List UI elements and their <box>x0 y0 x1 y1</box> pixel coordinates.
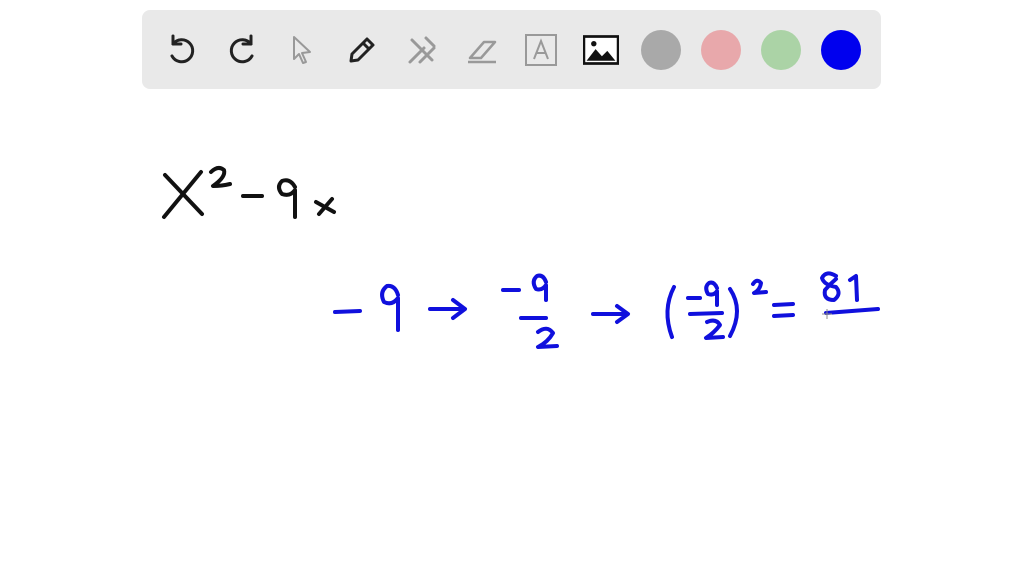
eraser-icon <box>467 40 496 63</box>
color-swatch-blue[interactable] <box>821 29 862 70</box>
select-tool-button[interactable] <box>282 30 322 70</box>
image-icon <box>583 34 620 65</box>
text-box-icon <box>525 33 558 66</box>
pencil-icon <box>349 37 375 62</box>
expression-x-squared-minus-9x <box>162 165 336 219</box>
cursor-icon <box>292 35 311 64</box>
color-swatch-pink[interactable] <box>701 29 742 70</box>
color-swatch-gray[interactable] <box>641 29 682 70</box>
image-tool-button[interactable] <box>581 30 621 70</box>
drawing-toolbar <box>142 10 881 89</box>
tools-icon <box>408 36 436 63</box>
pen-cursor-crosshair <box>822 309 832 319</box>
undo-icon <box>170 34 195 63</box>
text-tool-button[interactable] <box>522 30 562 70</box>
handwriting-layer <box>162 165 880 349</box>
undo-button[interactable] <box>162 30 202 70</box>
completing-square-work <box>333 271 880 349</box>
color-swatch-green[interactable] <box>761 29 802 70</box>
pen-tool-button[interactable] <box>342 30 382 70</box>
redo-button[interactable] <box>222 30 262 70</box>
eraser-tool-button[interactable] <box>462 30 502 70</box>
tools-button[interactable] <box>402 30 442 70</box>
redo-icon <box>229 34 254 63</box>
drawing-canvas[interactable] <box>0 100 1024 558</box>
